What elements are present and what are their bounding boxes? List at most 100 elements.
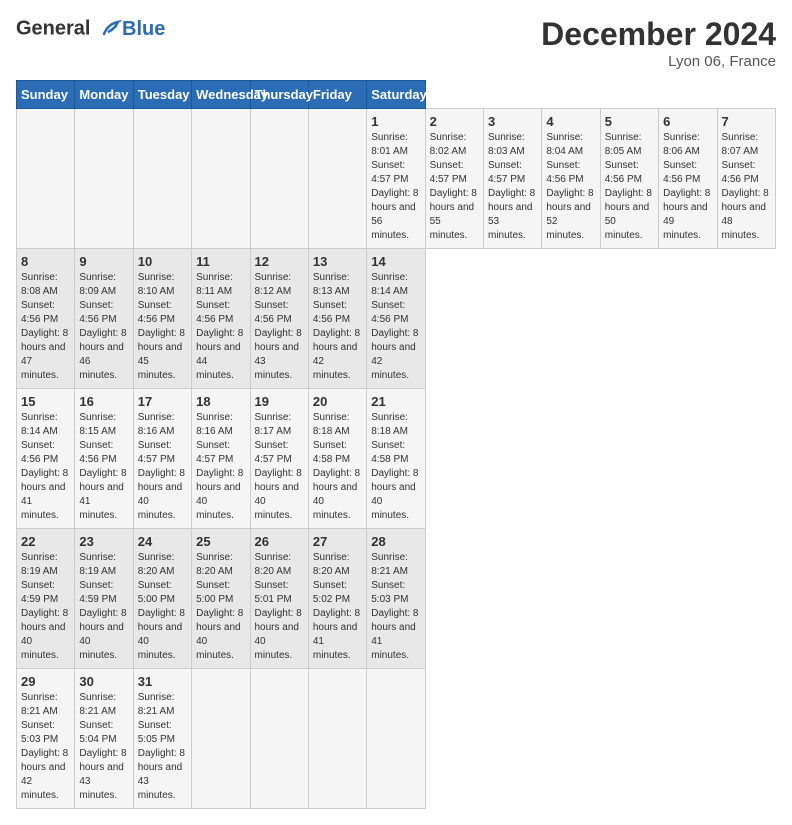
calendar-cell: 6 Sunrise: 8:06 AMSunset: 4:56 PMDaylight… [659, 109, 717, 249]
day-number: 26 [255, 534, 304, 549]
day-info: Sunrise: 8:14 AMSunset: 4:56 PMDaylight:… [21, 411, 70, 523]
calendar-cell [250, 109, 308, 249]
calendar-cell [367, 669, 425, 809]
day-info: Sunrise: 8:01 AMSunset: 4:57 PMDaylight:… [371, 131, 420, 243]
day-number: 13 [313, 254, 362, 269]
day-number: 20 [313, 394, 362, 409]
calendar-cell: 16 Sunrise: 8:15 AMSunset: 4:56 PMDayligh… [75, 389, 133, 529]
day-number: 4 [546, 114, 595, 129]
day-number: 31 [138, 674, 187, 689]
day-header-friday: Friday [308, 81, 366, 109]
calendar-cell: 9 Sunrise: 8:09 AMSunset: 4:56 PMDaylight… [75, 249, 133, 389]
day-info: Sunrise: 8:05 AMSunset: 4:56 PMDaylight:… [605, 131, 654, 243]
calendar-cell [250, 669, 308, 809]
calendar-cell [308, 109, 366, 249]
day-number: 6 [663, 114, 712, 129]
calendar-cell: 4 Sunrise: 8:04 AMSunset: 4:56 PMDaylight… [542, 109, 600, 249]
day-info: Sunrise: 8:18 AMSunset: 4:58 PMDaylight:… [313, 411, 362, 523]
day-number: 7 [722, 114, 772, 129]
calendar-cell: 23 Sunrise: 8:19 AMSunset: 4:59 PMDayligh… [75, 529, 133, 669]
day-info: Sunrise: 8:02 AMSunset: 4:57 PMDaylight:… [430, 131, 479, 243]
day-number: 12 [255, 254, 304, 269]
day-info: Sunrise: 8:19 AMSunset: 4:59 PMDaylight:… [79, 551, 128, 663]
day-number: 21 [371, 394, 420, 409]
calendar-cell: 2 Sunrise: 8:02 AMSunset: 4:57 PMDaylight… [425, 109, 483, 249]
day-header-monday: Monday [75, 81, 133, 109]
day-number: 30 [79, 674, 128, 689]
day-info: Sunrise: 8:20 AMSunset: 5:00 PMDaylight:… [196, 551, 245, 663]
day-number: 14 [371, 254, 420, 269]
calendar-week-3: 15 Sunrise: 8:14 AMSunset: 4:56 PMDayligh… [17, 389, 776, 529]
calendar-cell [308, 669, 366, 809]
location: Lyon 06, France [541, 53, 776, 70]
calendar-cell: 5Sunrise: 8:05 AMSunset: 4:56 PMDaylight… [600, 109, 658, 249]
month-title: December 2024 [541, 16, 776, 53]
day-number: 8 [21, 254, 70, 269]
calendar-cell: 8Sunrise: 8:08 AMSunset: 4:56 PMDaylight… [17, 249, 75, 389]
calendar-cell: 28Sunrise: 8:21 AMSunset: 5:03 PMDayligh… [367, 529, 425, 669]
day-info: Sunrise: 8:10 AMSunset: 4:56 PMDaylight:… [138, 271, 187, 383]
day-number: 27 [313, 534, 362, 549]
calendar-cell [192, 109, 250, 249]
day-header-wednesday: Wednesday [192, 81, 250, 109]
calendar-cell: 26 Sunrise: 8:20 AMSunset: 5:01 PMDayligh… [250, 529, 308, 669]
calendar-cell: 12 Sunrise: 8:12 AMSunset: 4:56 PMDayligh… [250, 249, 308, 389]
day-header-tuesday: Tuesday [133, 81, 191, 109]
calendar-week-4: 22Sunrise: 8:19 AMSunset: 4:59 PMDayligh… [17, 529, 776, 669]
day-info: Sunrise: 8:11 AMSunset: 4:56 PMDaylight:… [196, 271, 245, 383]
calendar-cell: 7Sunrise: 8:07 AMSunset: 4:56 PMDaylight… [717, 109, 776, 249]
calendar-cell: 17 Sunrise: 8:16 AMSunset: 4:57 PMDayligh… [133, 389, 191, 529]
day-info: Sunrise: 8:21 AMSunset: 5:04 PMDaylight:… [79, 691, 128, 803]
day-info: Sunrise: 8:04 AMSunset: 4:56 PMDaylight:… [546, 131, 595, 243]
day-info: Sunrise: 8:16 AMSunset: 4:57 PMDaylight:… [138, 411, 187, 523]
title-block: December 2024 Lyon 06, France [541, 16, 776, 70]
calendar-cell: 15 Sunrise: 8:14 AMSunset: 4:56 PMDayligh… [17, 389, 75, 529]
calendar-cell: 1Sunrise: 8:01 AMSunset: 4:57 PMDaylight… [367, 109, 425, 249]
calendar-cell: 3Sunrise: 8:03 AMSunset: 4:57 PMDaylight… [484, 109, 542, 249]
calendar-cell [133, 109, 191, 249]
calendar-cell: 31 Sunrise: 8:21 AMSunset: 5:05 PMDayligh… [133, 669, 191, 809]
calendar-cell: 30 Sunrise: 8:21 AMSunset: 5:04 PMDayligh… [75, 669, 133, 809]
day-info: Sunrise: 8:06 AMSunset: 4:56 PMDaylight:… [663, 131, 712, 243]
calendar-cell: 13Sunrise: 8:13 AMSunset: 4:56 PMDayligh… [308, 249, 366, 389]
logo-blue: Blue [122, 18, 165, 41]
calendar-cell [17, 109, 75, 249]
day-number: 17 [138, 394, 187, 409]
day-number: 28 [371, 534, 420, 549]
day-number: 9 [79, 254, 128, 269]
calendar-week-5: 29Sunrise: 8:21 AMSunset: 5:03 PMDayligh… [17, 669, 776, 809]
day-info: Sunrise: 8:09 AMSunset: 4:56 PMDaylight:… [79, 271, 128, 383]
calendar-cell: 24Sunrise: 8:20 AMSunset: 5:00 PMDayligh… [133, 529, 191, 669]
day-info: Sunrise: 8:14 AMSunset: 4:56 PMDaylight:… [371, 271, 420, 383]
day-info: Sunrise: 8:21 AMSunset: 5:05 PMDaylight:… [138, 691, 187, 803]
logo-bird-icon [98, 16, 124, 42]
page-header: General Blue December 2024 Lyon 06, Fran… [16, 16, 776, 70]
day-info: Sunrise: 8:20 AMSunset: 5:00 PMDaylight:… [138, 551, 187, 663]
day-header-thursday: Thursday [250, 81, 308, 109]
calendar-cell: 19Sunrise: 8:17 AMSunset: 4:57 PMDayligh… [250, 389, 308, 529]
day-header-saturday: Saturday [367, 81, 425, 109]
day-info: Sunrise: 8:20 AMSunset: 5:01 PMDaylight:… [255, 551, 304, 663]
calendar-cell: 11Sunrise: 8:11 AMSunset: 4:56 PMDayligh… [192, 249, 250, 389]
day-header-sunday: Sunday [17, 81, 75, 109]
day-info: Sunrise: 8:20 AMSunset: 5:02 PMDaylight:… [313, 551, 362, 663]
calendar-cell: 10Sunrise: 8:10 AMSunset: 4:56 PMDayligh… [133, 249, 191, 389]
day-info: Sunrise: 8:19 AMSunset: 4:59 PMDaylight:… [21, 551, 70, 663]
day-info: Sunrise: 8:03 AMSunset: 4:57 PMDaylight:… [488, 131, 537, 243]
day-info: Sunrise: 8:12 AMSunset: 4:56 PMDaylight:… [255, 271, 304, 383]
calendar-cell: 18Sunrise: 8:16 AMSunset: 4:57 PMDayligh… [192, 389, 250, 529]
day-number: 23 [79, 534, 128, 549]
calendar-table: SundayMondayTuesdayWednesdayThursdayFrid… [16, 80, 776, 809]
calendar-cell [75, 109, 133, 249]
calendar-cell [192, 669, 250, 809]
day-number: 29 [21, 674, 70, 689]
calendar-header-row: SundayMondayTuesdayWednesdayThursdayFrid… [17, 81, 776, 109]
calendar-cell: 27 Sunrise: 8:20 AMSunset: 5:02 PMDayligh… [308, 529, 366, 669]
day-number: 15 [21, 394, 70, 409]
day-number: 16 [79, 394, 128, 409]
day-number: 2 [430, 114, 479, 129]
day-info: Sunrise: 8:15 AMSunset: 4:56 PMDaylight:… [79, 411, 128, 523]
logo: General Blue [16, 16, 165, 42]
calendar-cell: 21Sunrise: 8:18 AMSunset: 4:58 PMDayligh… [367, 389, 425, 529]
day-info: Sunrise: 8:17 AMSunset: 4:57 PMDaylight:… [255, 411, 304, 523]
